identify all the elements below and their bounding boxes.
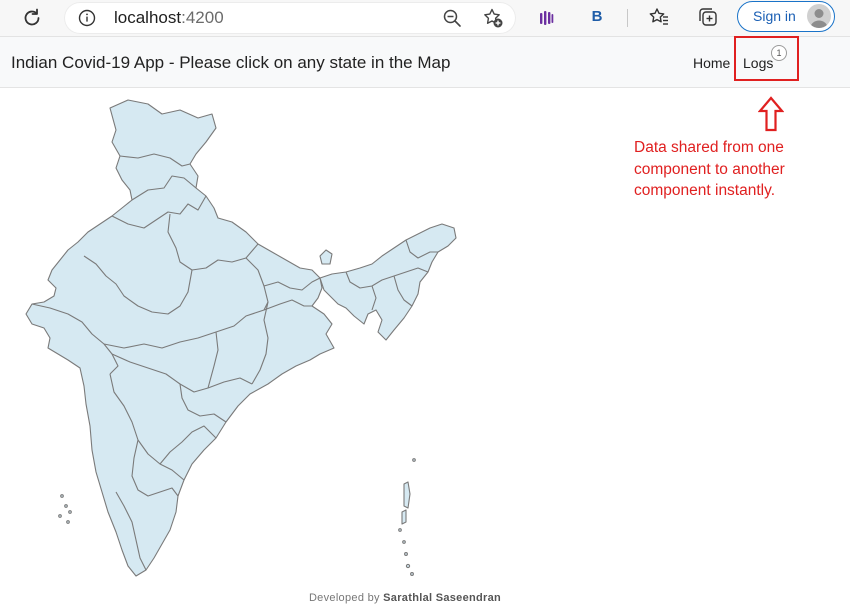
toolbar-divider <box>627 9 628 27</box>
footer-prefix: Developed by <box>308 592 380 604</box>
avatar-icon <box>807 4 831 28</box>
mainland-india[interactable] <box>25 99 335 577</box>
northeast-india[interactable] <box>319 223 457 341</box>
app-title: Indian Covid-19 App - Please click on an… <box>11 53 451 72</box>
logs-highlight-box <box>734 36 799 81</box>
sikkim[interactable] <box>319 249 333 265</box>
sign-in-label: Sign in <box>753 8 796 24</box>
address-bar[interactable]: localhost:4200 <box>64 2 516 34</box>
bing-extension-icon[interactable]: B <box>586 6 608 28</box>
andaman-nicobar-islands <box>398 458 416 576</box>
add-favorite-icon[interactable] <box>482 7 504 29</box>
favorites-icon[interactable] <box>648 6 670 28</box>
sign-in-button[interactable]: Sign in <box>737 1 835 32</box>
nav-home-link[interactable]: Home <box>693 55 730 71</box>
reload-icon[interactable] <box>18 5 46 31</box>
india-map[interactable] <box>20 92 490 584</box>
footer-author: Sarathlal Saseendran <box>383 592 502 604</box>
browser-toolbar: localhost:4200 B Sign in <box>0 0 850 37</box>
collections-icon[interactable] <box>697 6 719 28</box>
annotation-text: Data shared from one component to anothe… <box>634 139 785 199</box>
zoom-out-icon[interactable] <box>442 8 462 28</box>
footer-credit: Developed by Sarathlal Saseendran <box>0 592 810 604</box>
app-navbar: Indian Covid-19 App - Please click on an… <box>0 37 850 88</box>
extension-icon[interactable] <box>536 8 556 28</box>
url-text[interactable]: localhost:4200 <box>114 8 224 28</box>
lakshadweep-islands <box>58 494 72 524</box>
info-icon[interactable] <box>78 9 96 27</box>
up-arrow-icon <box>758 96 784 132</box>
